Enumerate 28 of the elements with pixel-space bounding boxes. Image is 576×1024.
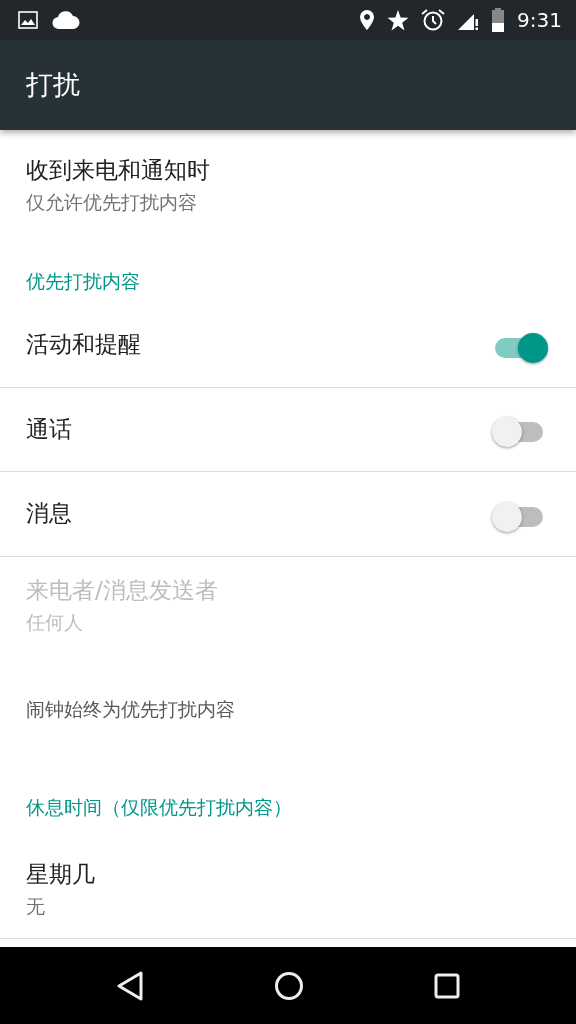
recents-icon[interactable] [434,972,460,999]
star-icon [387,9,410,31]
home-icon[interactable] [274,970,304,1001]
battery-icon [491,8,506,32]
preference-item[interactable]: 星期几 无 [0,840,576,939]
switch-row[interactable]: 消息 [0,472,576,557]
alarm-icon [421,8,446,32]
location-icon [359,9,376,31]
preference-summary: 仅允许优先打扰内容 [26,189,198,215]
note-text: 闹钟始终为优先打扰内容 [26,697,235,723]
back-icon[interactable] [116,970,144,1001]
switch-label: 通话 [26,414,72,444]
category-header: 休息时间（仅限优先打扰内容） [26,794,292,820]
category-header: 优先打扰内容 [26,269,140,295]
switch-row[interactable]: 通话 [0,387,576,473]
switch-label: 消息 [26,499,72,529]
preference-title: 星期几 [26,859,96,889]
preference-item[interactable]: 收到来电和通知时 仅允许优先打扰内容 [0,130,576,241]
switch-label: 活动和提醒 [26,330,141,360]
cloud-icon [52,10,80,30]
screen-title: 打扰 [26,68,80,102]
preference-summary: 无 [26,893,46,919]
preference-title: 收到来电和通知时 [26,155,211,185]
preference-title: 来电者/消息发送者 [26,575,219,605]
switch-row[interactable]: 活动和提醒 [0,303,576,388]
image-icon [18,11,38,29]
clock-time: 9:31 [517,8,562,32]
preference-summary: 任何人 [26,609,84,635]
